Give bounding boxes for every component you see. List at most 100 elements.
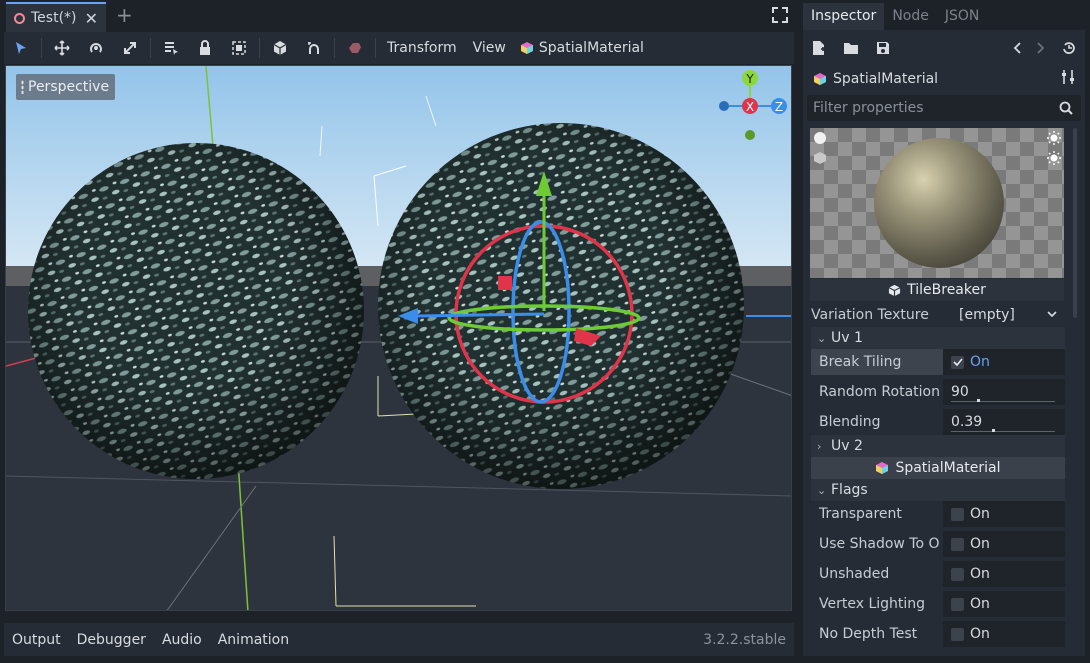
- sphere-preview-icon[interactable]: [812, 130, 828, 146]
- view-menu[interactable]: View: [465, 40, 514, 56]
- new-resource-icon[interactable]: [803, 33, 835, 63]
- save-icon[interactable]: [867, 33, 899, 63]
- gizmo-y-label: Y: [745, 72, 754, 86]
- tab-inspector[interactable]: Inspector: [803, 3, 885, 30]
- flag-row: Use Shadow To O On: [811, 530, 1065, 558]
- tab-json[interactable]: JSON: [937, 3, 988, 30]
- preview-sphere: [874, 138, 1004, 268]
- gizmo-x-label: X: [746, 100, 754, 114]
- audio-tab[interactable]: Audio: [154, 632, 210, 648]
- checkbox-icon: [951, 627, 964, 641]
- perspective-menu[interactable]: Perspective: [16, 74, 116, 100]
- flag-checkbox[interactable]: On: [943, 591, 1065, 617]
- section-uv1[interactable]: ⌄ Uv 1: [811, 327, 1065, 349]
- break-tiling-value: On: [970, 354, 990, 370]
- section-uv2[interactable]: › Uv 2: [811, 435, 1065, 457]
- section-uv2-title: Uv 2: [831, 438, 863, 454]
- tab-node[interactable]: Node: [884, 3, 937, 30]
- inspector-dock: Inspector Node JSON SpatialMaterial Filt…: [803, 3, 1085, 656]
- chevron-down-icon: ⌄: [817, 483, 827, 497]
- close-icon[interactable]: ✕: [85, 9, 98, 28]
- break-tiling-checkbox[interactable]: On: [943, 349, 1065, 375]
- scale-tool-icon[interactable]: [113, 34, 147, 62]
- blending-slider[interactable]: 0.39: [943, 409, 1065, 435]
- rotate-tool-icon[interactable]: [79, 34, 113, 62]
- open-folder-icon[interactable]: [835, 33, 867, 63]
- toolbar-divider: [150, 38, 151, 58]
- section-flags[interactable]: ⌄ Flags: [811, 479, 1065, 501]
- history-icon[interactable]: [1053, 33, 1085, 63]
- 3d-viewport[interactable]: Perspective X Y Z: [5, 65, 792, 611]
- variation-texture-row: Variation Texture [empty]: [811, 301, 1065, 329]
- output-tab[interactable]: Output: [4, 632, 69, 648]
- blending-value: 0.39: [951, 414, 983, 430]
- slider-grabber[interactable]: [977, 399, 980, 402]
- checkbox-icon: [951, 567, 964, 581]
- flag-label: Unshaded: [819, 566, 890, 582]
- chevron-down-icon: ⌄: [817, 331, 827, 345]
- history-forward-icon[interactable]: [1029, 33, 1053, 63]
- spatial-material-label: SpatialMaterial: [538, 40, 644, 56]
- move-tool-icon[interactable]: [45, 34, 79, 62]
- flag-label: Transparent: [819, 506, 902, 522]
- local-space-icon[interactable]: [263, 34, 297, 62]
- slider-grabber[interactable]: [991, 429, 995, 432]
- checkbox-icon: [951, 507, 964, 521]
- resource-name: SpatialMaterial: [833, 71, 939, 87]
- random-rotation-value: 90: [951, 384, 969, 400]
- light-1-icon[interactable]: [1046, 130, 1062, 146]
- spatial-editor-toolbar: Transform View SpatialMaterial: [4, 32, 794, 64]
- filter-properties-field[interactable]: [807, 95, 1081, 121]
- cube-icon: [888, 284, 901, 296]
- object-properties-icon[interactable]: [1061, 69, 1075, 89]
- flag-label: Use Shadow To O: [819, 536, 940, 552]
- light-2-icon[interactable]: [1046, 150, 1062, 166]
- blending-label: Blending: [819, 414, 881, 430]
- flag-value: On: [970, 566, 990, 582]
- debugger-tab[interactable]: Debugger: [69, 632, 154, 648]
- history-back-icon[interactable]: [1005, 33, 1029, 63]
- flag-checkbox[interactable]: On: [943, 621, 1065, 647]
- animation-tab[interactable]: Animation: [210, 632, 297, 648]
- lock-icon[interactable]: [188, 34, 222, 62]
- select-tool-icon[interactable]: [4, 34, 38, 62]
- slider-track: [951, 431, 1055, 432]
- flag-row: No Depth Test On: [811, 620, 1065, 648]
- shader-script-label: TileBreaker: [810, 279, 1064, 301]
- flag-checkbox[interactable]: On: [943, 531, 1065, 557]
- add-tab-icon[interactable]: +: [116, 3, 133, 27]
- shader-script-name: TileBreaker: [907, 282, 986, 298]
- list-select-icon[interactable]: [154, 34, 188, 62]
- camera-preview-icon[interactable]: [338, 34, 372, 62]
- group-icon[interactable]: [222, 34, 256, 62]
- flag-row: Transparent On: [811, 500, 1065, 528]
- random-rotation-label: Random Rotation: [819, 384, 940, 400]
- checkmark-icon: [951, 355, 964, 369]
- edited-resource[interactable]: SpatialMaterial: [803, 65, 1085, 93]
- variation-texture-picker[interactable]: [empty]: [943, 302, 1065, 328]
- slider-track: [951, 401, 1055, 402]
- sub-resource-name: SpatialMaterial: [895, 460, 1001, 476]
- engine-version: 3.2.2.stable: [703, 631, 786, 648]
- flag-value: On: [970, 626, 990, 642]
- fullscreen-icon[interactable]: [772, 7, 788, 23]
- material-preview: [810, 128, 1064, 278]
- flag-checkbox[interactable]: On: [943, 501, 1065, 527]
- snap-icon[interactable]: [297, 34, 331, 62]
- material-cube-icon: [814, 73, 826, 85]
- view-orientation-gizmo[interactable]: X Y Z: [711, 66, 792, 146]
- flag-value: On: [970, 536, 990, 552]
- box-preview-icon[interactable]: [812, 150, 828, 166]
- transform-menu[interactable]: Transform: [379, 40, 465, 56]
- flag-row: Unshaded On: [811, 560, 1065, 588]
- spatial-material-menu[interactable]: SpatialMaterial: [514, 40, 644, 56]
- filter-properties-input[interactable]: [813, 100, 1059, 116]
- random-rotation-slider[interactable]: 90: [943, 379, 1065, 405]
- flag-checkbox[interactable]: On: [943, 561, 1065, 587]
- dock-tab-bar: Inspector Node JSON: [803, 3, 1085, 30]
- scene-tab-test[interactable]: Test(*) ✕: [6, 2, 106, 32]
- sub-resource-header[interactable]: SpatialMaterial: [811, 457, 1065, 479]
- variation-texture-label: Variation Texture: [811, 307, 929, 323]
- inspector-scrollbar[interactable]: [1073, 128, 1077, 318]
- flag-value: On: [970, 596, 990, 612]
